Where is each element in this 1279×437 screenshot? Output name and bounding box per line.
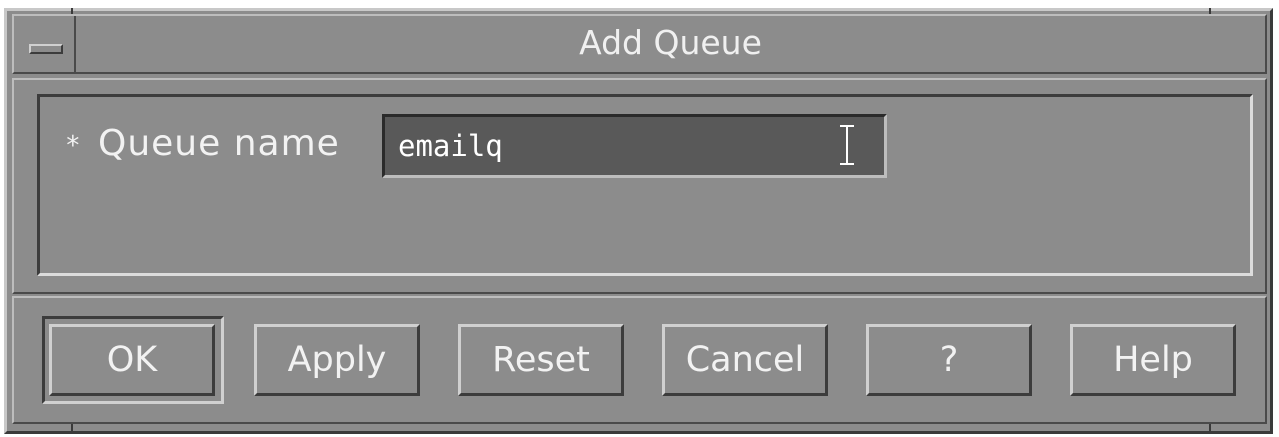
frame-resize-handle-bottom-left[interactable] [71,424,73,434]
button-bar: OK Apply Reset Cancel ? Help [12,296,1267,424]
form-area: * Queue name [12,78,1267,294]
queue-name-label: Queue name [98,123,340,164]
title-bar[interactable]: Add Queue [12,14,1267,74]
help-button[interactable]: Help [1070,324,1236,396]
queue-name-input[interactable] [382,114,887,178]
window-menu-button[interactable] [14,16,76,72]
context-help-button[interactable]: ? [866,324,1032,396]
form-panel: * Queue name [37,94,1253,276]
window-title: Add Queue [579,23,762,62]
cancel-button[interactable]: Cancel [662,324,828,396]
apply-button[interactable]: Apply [254,324,420,396]
ok-button[interactable]: OK [49,324,215,396]
frame-resize-handle-bottom-right[interactable] [1209,424,1211,434]
reset-button[interactable]: Reset [458,324,624,396]
required-indicator: * [65,131,81,161]
window-menu-icon [29,44,63,54]
